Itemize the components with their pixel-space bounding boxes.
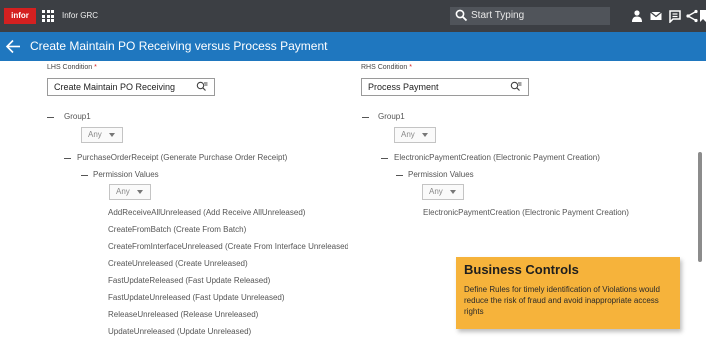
caret-down-icon	[422, 133, 428, 137]
search-box[interactable]: Start Typing	[450, 7, 610, 25]
page-title: Create Maintain PO Receiving versus Proc…	[30, 39, 328, 53]
caret-down-icon	[450, 190, 456, 194]
search-placeholder: Start Typing	[471, 10, 525, 21]
rhs-condition-label: RHS Condition *	[361, 64, 412, 71]
rhs-condition-value: Process Payment	[368, 82, 439, 92]
callout-title: Business Controls	[464, 262, 579, 277]
rhs-permission-operator-select[interactable]: Any	[422, 184, 464, 200]
rhs-permission-values-label: Permission Values	[408, 170, 474, 179]
top-app-bar: infor Infor GRC Start Typing	[0, 0, 706, 32]
user-icon[interactable]	[630, 9, 644, 23]
collapse-node-icon[interactable]	[64, 158, 71, 160]
permission-item: FastUpdateReleased (Fast Update Released…	[108, 276, 271, 285]
apps-grid-icon[interactable]	[42, 10, 54, 22]
collapse-group-icon[interactable]	[47, 117, 54, 119]
rhs-group-operator-select[interactable]: Any	[394, 127, 436, 143]
bookmark-icon[interactable]	[700, 9, 706, 23]
permission-item: ReleaseUnreleased (Release Unreleased)	[108, 310, 259, 319]
permission-item: CreateUnreleased (Create Unreleased)	[108, 259, 248, 268]
lhs-group-label: Group1	[64, 112, 91, 121]
collapse-permissions-icon[interactable]	[81, 175, 88, 177]
arrow-left-icon[interactable]	[5, 39, 21, 54]
caret-down-icon	[109, 133, 115, 137]
app-title: Infor GRC	[62, 11, 99, 20]
business-controls-callout: Business Controls Define Rules for timel…	[456, 257, 680, 329]
notes-icon[interactable]	[668, 9, 682, 23]
permission-item: UpdateUnreleased (Update Unreleased)	[108, 327, 252, 336]
lhs-condition-field[interactable]: Create Maintain PO Receiving	[47, 78, 215, 96]
mail-icon[interactable]	[649, 9, 663, 23]
permission-item: FastUpdateUnreleased (Fast Update Unrele…	[108, 293, 285, 302]
lhs-permission-operator-select[interactable]: Any	[109, 184, 151, 200]
vertical-scrollbar[interactable]	[698, 152, 702, 262]
collapse-node-icon[interactable]	[381, 158, 388, 160]
search-list-icon[interactable]	[196, 81, 208, 93]
lhs-permission-values-label: Permission Values	[93, 170, 159, 179]
lhs-condition-label: LHS Condition *	[47, 64, 97, 71]
caret-down-icon	[137, 190, 143, 194]
lhs-condition-value: Create Maintain PO Receiving	[54, 82, 176, 92]
search-icon	[455, 9, 468, 22]
lhs-group-operator-select[interactable]: Any	[81, 127, 123, 143]
collapse-group-icon[interactable]	[362, 117, 369, 119]
permission-item: AddReceiveAllUnreleased (Add Receive All…	[108, 208, 306, 217]
rhs-condition-field[interactable]: Process Payment	[361, 78, 529, 96]
permission-item: ElectronicPaymentCreation (Electronic Pa…	[423, 208, 629, 217]
permission-item: CreateFromBatch (Create From Batch)	[108, 225, 247, 234]
lhs-node-label: PurchaseOrderReceipt (Generate Purchase …	[77, 153, 288, 162]
permission-item: CreateFromInterfaceUnreleased (Create Fr…	[108, 242, 348, 251]
rhs-node-label: ElectronicPaymentCreation (Electronic Pa…	[394, 153, 600, 162]
rhs-group-label: Group1	[378, 112, 405, 121]
share-icon[interactable]	[685, 9, 699, 23]
callout-body: Define Rules for timely identification o…	[464, 285, 660, 316]
search-list-icon[interactable]	[510, 81, 522, 93]
infor-logo: infor	[4, 8, 36, 24]
collapse-permissions-icon[interactable]	[396, 175, 403, 177]
page-header: Create Maintain PO Receiving versus Proc…	[0, 32, 706, 61]
